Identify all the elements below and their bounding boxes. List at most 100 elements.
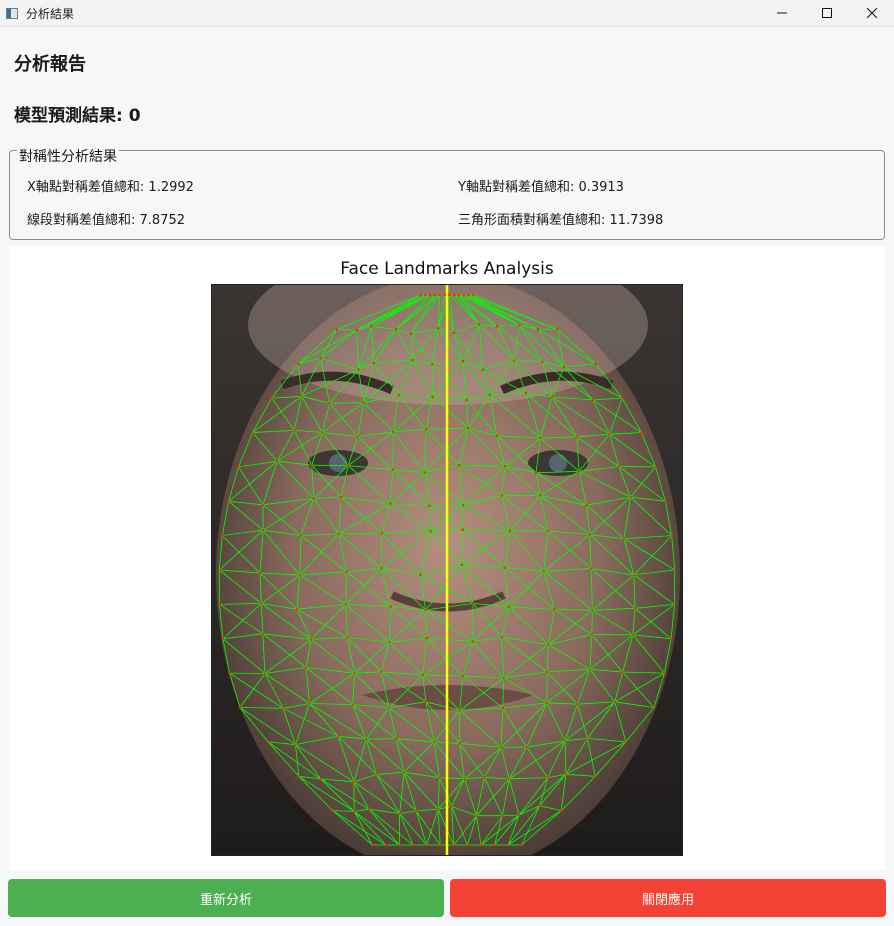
face-mesh-svg bbox=[212, 285, 682, 855]
landmark-point bbox=[460, 563, 464, 567]
landmark-point bbox=[593, 775, 597, 778]
landmark-point bbox=[458, 742, 461, 745]
x-axis-symmetry-sum: X軸點對稱差值總和: 1.2992 bbox=[27, 180, 194, 195]
landmark-point bbox=[507, 777, 511, 781]
landmark-point bbox=[462, 293, 466, 297]
landmark-point bbox=[310, 463, 314, 467]
landmark-point bbox=[266, 740, 270, 744]
landmark-point bbox=[663, 671, 666, 675]
landmark-point bbox=[344, 603, 348, 606]
landmark-point bbox=[443, 293, 446, 297]
landmark-point bbox=[425, 843, 428, 847]
segment-symmetry-sum: 線段對稱差值總和: 7.8752 bbox=[27, 213, 185, 228]
landmark-point bbox=[654, 465, 657, 469]
landmark-point bbox=[319, 357, 322, 360]
right-iris bbox=[549, 454, 567, 472]
landmark-point bbox=[500, 635, 504, 639]
landmark-point bbox=[384, 843, 388, 847]
landmark-point bbox=[617, 465, 621, 468]
landmark-point bbox=[588, 668, 592, 671]
landmark-point bbox=[590, 633, 594, 636]
close-app-button[interactable]: 關閉應用 bbox=[450, 879, 886, 917]
landmark-point bbox=[275, 459, 279, 463]
figure-title: Face Landmarks Analysis bbox=[340, 259, 554, 279]
landmark-point bbox=[629, 495, 632, 499]
landmark-point bbox=[370, 325, 373, 328]
landmark-point bbox=[387, 706, 391, 709]
landmark-point bbox=[591, 609, 594, 612]
maximize-button[interactable] bbox=[804, 0, 849, 26]
landmark-point bbox=[352, 780, 356, 784]
landmark-point bbox=[575, 435, 578, 439]
landmark-point bbox=[461, 674, 465, 678]
landmark-point bbox=[398, 812, 401, 815]
landmark-point bbox=[673, 603, 676, 606]
minimize-button[interactable] bbox=[759, 0, 804, 26]
triangle-area-symmetry-sum: 三角形面積對稱差值總和: 11.7398 bbox=[458, 213, 664, 228]
landmark-point bbox=[539, 436, 542, 440]
landmark-point bbox=[423, 293, 427, 297]
close-icon bbox=[866, 8, 877, 18]
landmark-point bbox=[632, 573, 636, 577]
landmark-point bbox=[475, 814, 478, 817]
landmark-point bbox=[541, 360, 544, 363]
landmark-point bbox=[281, 707, 285, 710]
landmark-point bbox=[631, 633, 635, 637]
landmark-point bbox=[357, 368, 360, 371]
landmark-point bbox=[355, 328, 358, 332]
landmark-point bbox=[237, 465, 240, 469]
landmark-point bbox=[300, 395, 303, 398]
landmark-point bbox=[463, 777, 466, 780]
landmark-point bbox=[228, 671, 231, 675]
landmark-point bbox=[372, 361, 376, 365]
landmark-point bbox=[534, 471, 538, 475]
landmark-point bbox=[538, 804, 541, 807]
landmark-point bbox=[294, 743, 297, 746]
landmark-point bbox=[501, 814, 504, 817]
landmark-point bbox=[450, 805, 453, 808]
landmark-point bbox=[670, 534, 673, 537]
landmark-point bbox=[453, 293, 456, 297]
landmark-point bbox=[506, 843, 510, 847]
landmark-point bbox=[664, 500, 667, 503]
landmark-point bbox=[308, 702, 311, 705]
landmark-point bbox=[339, 495, 343, 499]
landmark-point bbox=[466, 843, 469, 847]
landmarks-figure: Face Landmarks Analysis bbox=[9, 246, 885, 870]
landmark-point bbox=[388, 640, 391, 644]
landmark-point bbox=[547, 643, 550, 646]
landmark-point bbox=[227, 500, 230, 503]
landmark-point bbox=[424, 428, 428, 431]
landmark-point bbox=[452, 843, 456, 847]
landmark-point bbox=[419, 573, 422, 576]
landmark-point bbox=[624, 740, 628, 744]
landmark-point bbox=[394, 737, 398, 740]
landmark-point bbox=[309, 638, 313, 641]
landmark-point bbox=[402, 770, 406, 774]
landmark-point bbox=[536, 327, 540, 331]
landmark-point bbox=[367, 808, 371, 811]
landmark-point bbox=[221, 637, 225, 641]
reanalyze-button[interactable]: 重新分析 bbox=[8, 879, 444, 917]
landmark-point bbox=[258, 571, 262, 575]
landmark-point bbox=[588, 533, 591, 536]
landmark-point bbox=[436, 807, 440, 811]
landmark-point bbox=[433, 293, 437, 297]
landmark-point bbox=[448, 293, 451, 297]
close-window-button[interactable] bbox=[849, 0, 894, 26]
landmark-point bbox=[391, 468, 394, 471]
landmark-point bbox=[263, 672, 267, 675]
landmark-point bbox=[546, 529, 550, 533]
landmark-point bbox=[503, 566, 507, 569]
landmark-point bbox=[550, 395, 554, 399]
landmark-point bbox=[398, 843, 401, 847]
landmark-point bbox=[238, 706, 242, 709]
landmark-point bbox=[563, 739, 567, 743]
landmark-point bbox=[493, 843, 496, 847]
landmark-point bbox=[297, 775, 301, 778]
landmark-point bbox=[502, 676, 505, 680]
landmark-point bbox=[545, 670, 549, 674]
landmark-point bbox=[542, 569, 546, 573]
landmark-point bbox=[555, 328, 559, 331]
landmark-point bbox=[613, 700, 617, 704]
